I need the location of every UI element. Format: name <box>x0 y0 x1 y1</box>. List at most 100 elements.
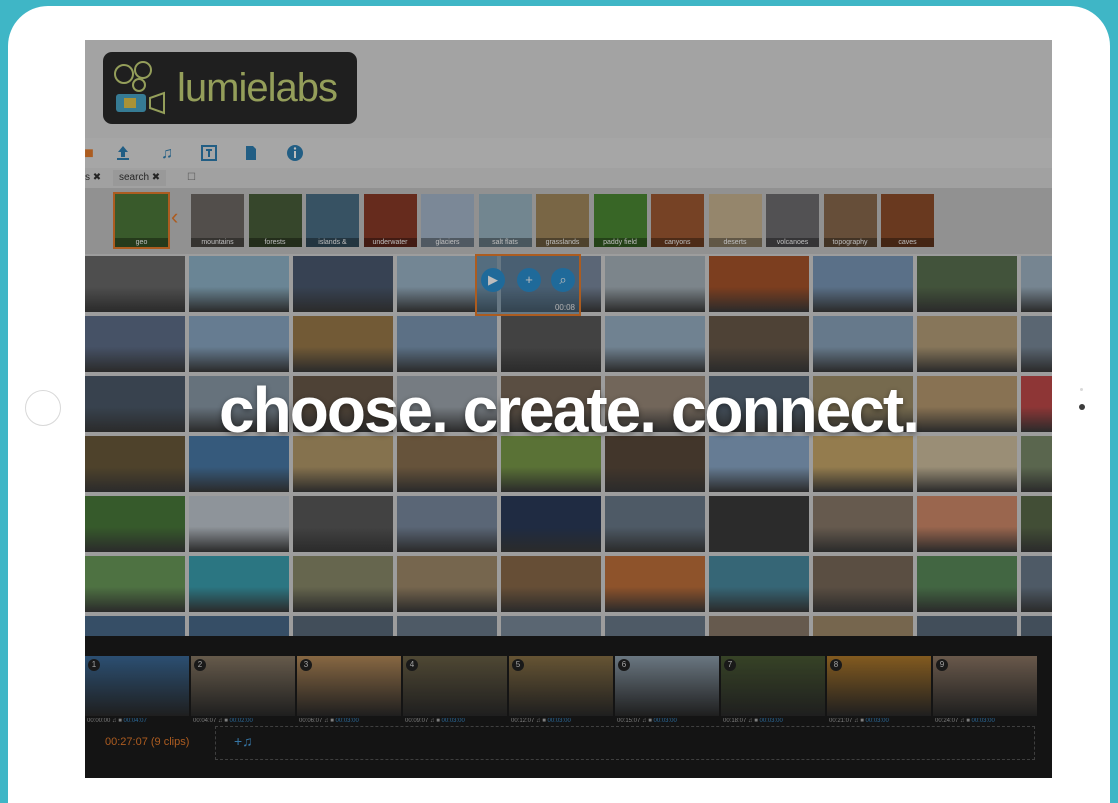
timeline-clip[interactable]: 5 <box>509 656 613 716</box>
play-icon[interactable]: ▶ <box>481 268 505 292</box>
category-label: forests <box>248 238 302 247</box>
category-label: mountains <box>191 238 244 247</box>
media-thumbnail[interactable] <box>813 496 913 552</box>
media-thumbnail[interactable] <box>917 556 1017 612</box>
home-button[interactable] <box>25 390 61 426</box>
tab-search[interactable]: search ✖ <box>113 170 167 186</box>
upload-icon[interactable] <box>113 144 133 164</box>
media-thumbnail[interactable] <box>813 256 913 312</box>
add-music-icon[interactable]: +♫ <box>234 733 253 749</box>
timeline-clip[interactable]: 3 <box>297 656 401 716</box>
category-mountains[interactable]: mountains <box>191 194 244 247</box>
media-thumbnail[interactable] <box>917 496 1017 552</box>
timeline-clip[interactable]: 1 <box>85 656 189 716</box>
media-thumbnail[interactable] <box>501 556 601 612</box>
music-icon[interactable]: ♫ <box>157 144 177 164</box>
media-thumbnail[interactable] <box>397 316 497 372</box>
category-caves[interactable]: caves <box>881 194 934 247</box>
clip-audio-icon: ♫ ■ <box>534 718 548 724</box>
app-screen: lumielabs ■ ♫ s ✖ search ✖ ☐ ‹ geo mounta… <box>85 40 1052 778</box>
add-icon[interactable]: + <box>517 268 541 292</box>
timeline-clip[interactable]: 4 <box>403 656 507 716</box>
media-thumbnail[interactable] <box>813 316 913 372</box>
media-thumbnail[interactable] <box>917 316 1017 372</box>
clip-start: 00:18:07 <box>723 718 747 724</box>
media-thumbnail[interactable] <box>189 556 289 612</box>
category-topography[interactable]: topography <box>823 194 877 247</box>
category-forests[interactable]: forests <box>248 194 302 247</box>
media-thumbnail[interactable] <box>1021 256 1052 312</box>
chevron-left-icon[interactable]: ‹ <box>171 206 178 228</box>
media-thumbnail[interactable] <box>293 316 393 372</box>
header: lumielabs <box>85 40 1052 138</box>
media-thumbnail[interactable] <box>709 316 809 372</box>
category-glaciers[interactable]: glaciers <box>421 194 474 247</box>
app-logo[interactable]: lumielabs <box>103 52 357 124</box>
clip-start: 00:00:00 <box>87 718 111 724</box>
category-geo[interactable]: geo <box>113 192 170 249</box>
clip-start: 00:24:07 <box>935 718 959 724</box>
media-thumbnail[interactable] <box>293 556 393 612</box>
media-thumbnail[interactable] <box>189 316 289 372</box>
media-thumbnail[interactable] <box>293 256 393 312</box>
media-thumbnail[interactable] <box>189 256 289 312</box>
zoom-icon[interactable]: ⌕ <box>551 268 575 292</box>
category-islands[interactable]: islands & <box>306 194 359 247</box>
media-thumbnail[interactable] <box>85 556 185 612</box>
media-thumbnail[interactable] <box>1021 556 1052 612</box>
media-thumbnail[interactable] <box>605 556 705 612</box>
clip-audio-icon: ♫ ■ <box>746 718 760 724</box>
media-thumbnail[interactable] <box>85 496 185 552</box>
media-thumbnail[interactable] <box>605 256 705 312</box>
clip-audio-icon: ♫ ■ <box>640 718 654 724</box>
clip-number: 6 <box>618 659 630 671</box>
timeline-clip[interactable]: 2 <box>191 656 295 716</box>
category-label: canyons <box>651 238 704 247</box>
timeline-clip[interactable]: 7 <box>721 656 825 716</box>
category-label: caves <box>881 238 934 247</box>
media-thumbnail[interactable] <box>917 256 1017 312</box>
audio-track[interactable]: +♫ <box>215 726 1035 760</box>
media-thumbnail[interactable] <box>85 256 185 312</box>
category-label: deserts <box>708 238 762 247</box>
media-thumbnail[interactable] <box>85 316 185 372</box>
media-thumbnail[interactable] <box>397 556 497 612</box>
clip-meta: 00:21:07 ♫ ■ 00:03:00 <box>829 718 933 724</box>
timeline-clip[interactable]: 9 <box>933 656 1037 716</box>
media-thumbnail[interactable] <box>709 496 809 552</box>
hovered-clip[interactable]: ▶ + ⌕ 00:08 <box>475 254 581 316</box>
timeline-clip[interactable]: 6 <box>615 656 719 716</box>
clip-duration: 00:03:00 <box>335 718 359 724</box>
category-volcanoes[interactable]: volcanoes <box>766 194 819 247</box>
category-salt-flats[interactable]: salt flats <box>478 194 532 247</box>
info-icon[interactable] <box>285 144 305 164</box>
tab-close-icon[interactable]: s ✖ <box>85 170 107 186</box>
timeline-clip[interactable]: 8 <box>827 656 931 716</box>
media-thumbnail[interactable] <box>709 256 809 312</box>
category-paddy-field[interactable]: paddy field <box>593 194 647 247</box>
clip-duration: 00:08 <box>554 303 575 312</box>
category-deserts[interactable]: deserts <box>708 194 762 247</box>
text-icon[interactable] <box>199 144 219 164</box>
category-grasslands[interactable]: grasslands <box>536 194 589 247</box>
logo-text: lumielabs <box>177 66 338 110</box>
timeline: 00:27:07 (9 clips) +♫ 1 00:00:00 ♫ ■ 00:0… <box>85 636 1052 778</box>
media-thumbnail[interactable] <box>605 496 705 552</box>
media-thumbnail[interactable] <box>293 496 393 552</box>
media-thumbnail[interactable] <box>709 556 809 612</box>
media-thumbnail[interactable] <box>397 496 497 552</box>
media-thumbnail[interactable] <box>813 556 913 612</box>
media-thumbnail[interactable] <box>501 496 601 552</box>
media-thumbnail[interactable] <box>1021 496 1052 552</box>
document-icon[interactable] <box>241 144 261 164</box>
media-thumbnail[interactable] <box>1021 316 1052 372</box>
media-thumbnail[interactable] <box>189 496 289 552</box>
category-label: paddy field <box>593 238 647 247</box>
category-canyons[interactable]: canyons <box>651 194 704 247</box>
media-thumbnail[interactable] <box>501 316 601 372</box>
clips-icon[interactable]: ■ <box>85 144 99 164</box>
category-label: grasslands <box>536 238 589 247</box>
new-tab-icon[interactable]: ☐ <box>181 170 202 186</box>
category-underwater[interactable]: underwater <box>363 194 417 247</box>
media-thumbnail[interactable] <box>605 316 705 372</box>
